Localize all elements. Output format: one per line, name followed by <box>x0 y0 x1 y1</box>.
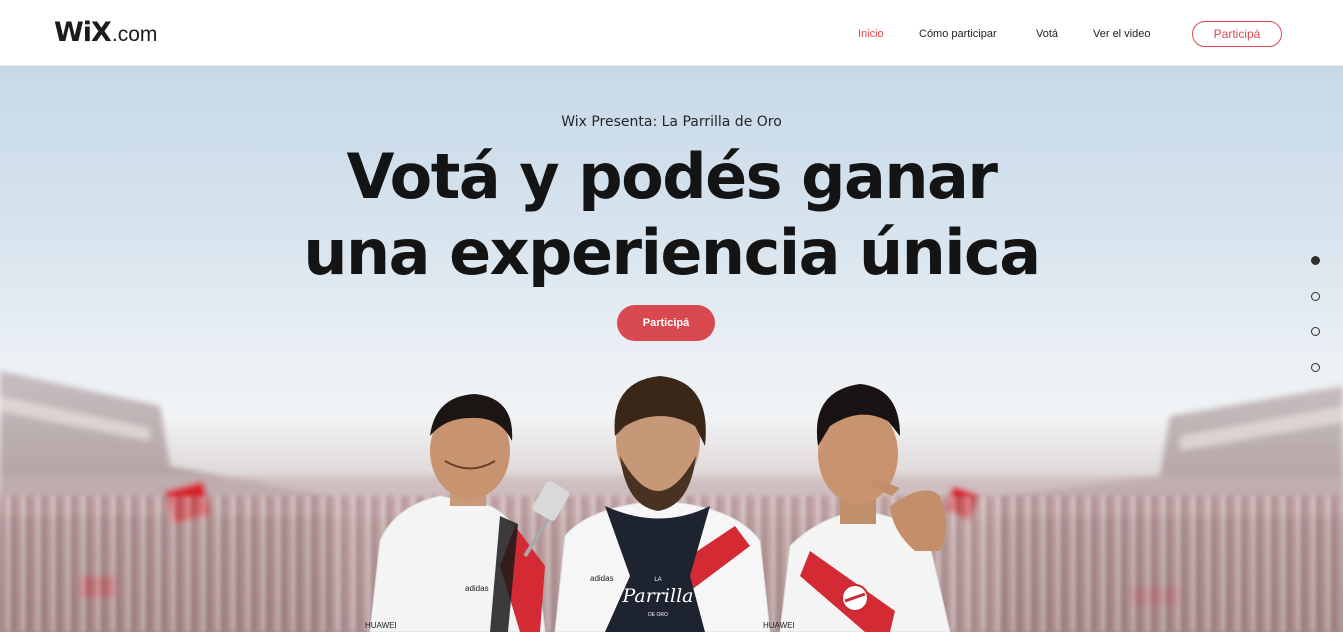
svg-text:HUAWEI: HUAWEI <box>365 621 397 630</box>
players-photo: adidas HUAWEI LA Parrilla DE ORO adidas <box>365 376 951 632</box>
player-right: HUAWEI <box>763 384 951 632</box>
hero-headline-line1: Votá y podés ganar <box>346 140 998 213</box>
player-left: adidas HUAWEI <box>365 394 570 632</box>
hero-subtitle: Wix Presenta: La Parrilla de Oro <box>561 114 782 130</box>
svg-text:adidas: adidas <box>465 584 489 593</box>
nav-item-vota[interactable]: Votá <box>1036 22 1058 46</box>
svg-text:HUAWEI: HUAWEI <box>763 621 795 630</box>
site-header: WiX .com Inicio Cómo participar Votá Ver… <box>0 0 1343 66</box>
apron-text-bottom: DE ORO <box>648 612 668 618</box>
main-nav: Inicio Cómo participar Votá Ver el video <box>0 22 1343 46</box>
hero-participa-button[interactable]: Participá <box>617 305 715 341</box>
svg-text:adidas: adidas <box>590 574 614 583</box>
apron-text-main: Parrilla <box>622 585 694 607</box>
slide-dot-1[interactable] <box>1311 256 1320 265</box>
player-center: LA Parrilla DE ORO adidas <box>554 376 771 632</box>
header-participa-button[interactable]: Participá <box>1192 21 1282 47</box>
hero-headline-line2: una experiencia única <box>303 216 1041 289</box>
nav-item-como-participar[interactable]: Cómo participar <box>919 22 997 46</box>
slide-dot-2[interactable] <box>1311 292 1320 301</box>
nav-item-inicio[interactable]: Inicio <box>858 22 884 46</box>
slide-dot-3[interactable] <box>1311 327 1320 336</box>
hero-section: Wix Presenta: La Parrilla de Oro Votá y … <box>0 66 1343 632</box>
slide-dot-4[interactable] <box>1311 363 1320 372</box>
apron-text-top: LA <box>654 577 661 583</box>
nav-item-ver-el-video[interactable]: Ver el video <box>1093 22 1150 46</box>
